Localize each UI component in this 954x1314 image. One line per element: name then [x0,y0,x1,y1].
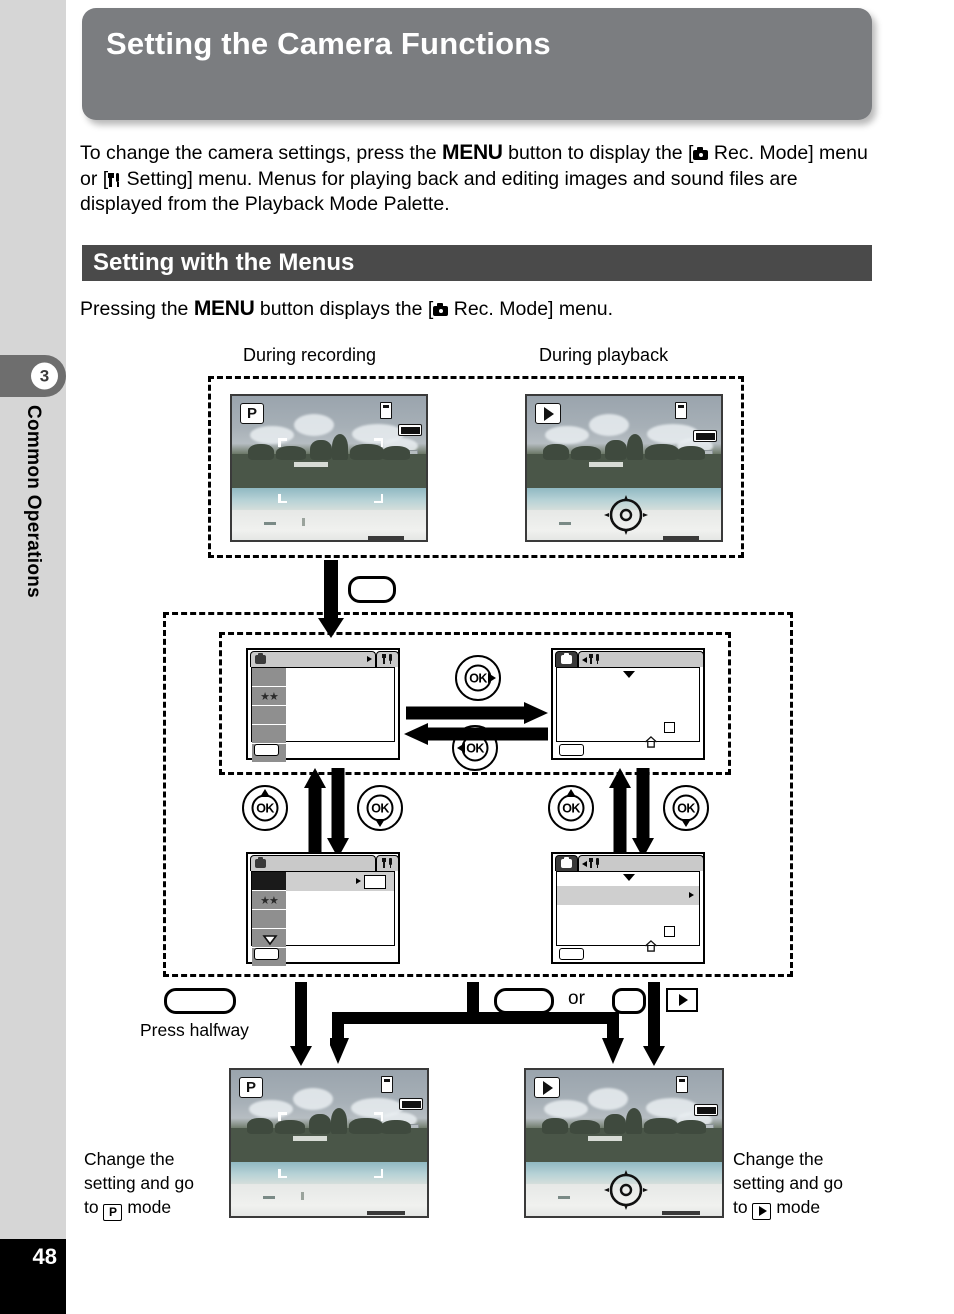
battery-icon [399,1098,423,1110]
arrow-down-right [632,768,654,858]
focus-bracket-icon [278,1112,287,1121]
menu-screen-setting-bottom [551,852,705,964]
lcd-mode-badge-p: P [239,1077,263,1098]
focus-bracket-icon [278,438,287,447]
tab-setting[interactable] [578,651,704,667]
menu-highlight-row [557,886,699,905]
inline-mode-badge-playback [752,1202,772,1220]
label-during-playback: During playback [539,345,669,365]
square-mark-icon [664,722,675,733]
home-icon [645,940,657,952]
chevron-right-icon [367,656,372,662]
arrow-down-icon [375,819,385,827]
tab-setting[interactable] [376,855,399,871]
focus-bracket-icon [374,1169,383,1178]
shutter-button[interactable] [164,988,236,1014]
battery-icon [693,430,717,442]
arrow-down-left [327,768,349,858]
arrow-up-right [609,768,631,858]
ok-button-right[interactable]: OK [455,655,501,701]
caption-right-line1: Change the [733,1149,824,1169]
stars-cell: ★★ [252,687,286,706]
ok-label: OK [251,794,279,822]
tab-camera[interactable] [555,855,578,871]
square-mark-icon [664,926,675,937]
chevron-right-icon [356,878,361,884]
chevron-left-icon [582,861,587,867]
arrow-down-to-play-lcd [643,982,665,1066]
arrow-elbow-menu-to-play [473,1012,624,1064]
tab-camera[interactable] [250,651,376,667]
memory-card-icon [675,402,687,419]
caption-right-line2: setting and go [733,1173,843,1193]
arrow-up-icon [260,789,270,797]
arrow-down-to-rec-lcd-a [290,982,312,1066]
ok-label: OK [557,794,585,822]
arrow-left-setting-to-rec [404,723,548,745]
ok-button-down-left[interactable]: OK [357,785,403,831]
stars-cell: ★★ [252,891,286,910]
caption-left-line3-post: mode [122,1197,172,1217]
battery-icon [694,1104,718,1116]
chevron-down-icon [623,671,635,678]
lcd-mode-badge-playback [535,403,561,424]
arrow-up-icon [566,789,576,797]
caption-left-line1: Change the [84,1149,175,1169]
arrow-down-icon [681,819,691,827]
caption-right: Change the setting and go to mode [733,1147,883,1220]
focus-bracket-icon [374,438,383,447]
lcd-mode-badge-p: P [240,403,264,424]
tab-camera[interactable] [250,855,376,871]
tab-setting[interactable] [376,651,399,667]
home-icon [645,736,657,748]
ok-label: OK [366,794,394,822]
focus-bracket-icon [374,494,383,503]
lcd-mode-badge-playback [534,1077,560,1098]
label-during-recording: During recording [243,345,377,365]
lcd-screen-playback-bottom [524,1068,724,1218]
scroll-down-icon [262,935,278,946]
caption-right-line3-pre: to [733,1197,753,1217]
lcd-screen-playback-top [525,394,723,542]
focus-bracket-icon [278,494,287,503]
chevron-down-icon [623,874,635,881]
caption-left-line3-pre: to [84,1197,104,1217]
chevron-left-icon [582,657,587,663]
tab-camera[interactable] [555,651,578,667]
menu-screen-rec-bottom: ★★ [246,852,400,967]
ok-button-up-left[interactable]: OK [242,785,288,831]
chevron-right-icon [689,892,694,898]
menu-footer-button[interactable] [254,744,279,756]
caption-left-line2: setting and go [84,1173,194,1193]
flow-diagram: During recording During playback P ★★ OK… [0,0,954,1314]
menu-screen-rec-top: ★★ [246,648,400,763]
menu-screen-setting-top [551,648,705,760]
ok-button-down-right[interactable]: OK [663,785,709,831]
focus-bracket-icon [374,1112,383,1121]
press-halfway-label: Press halfway [140,1020,249,1040]
caption-left: Change the setting and go to P mode [84,1147,224,1221]
memory-card-icon [381,1076,393,1093]
menu-button[interactable] [348,576,396,603]
four-way-pad-icon [604,495,648,535]
arrow-right-icon [488,673,496,683]
lcd-screen-recording-top: P [230,394,428,542]
arrow-right-rec-to-setting [406,702,548,724]
ok-button-up-right[interactable]: OK [548,785,594,831]
menu-footer-button[interactable] [559,744,584,756]
memory-card-icon [380,402,392,419]
battery-icon [398,424,422,436]
menu-value-box[interactable] [364,874,386,889]
menu-footer-button[interactable] [254,948,279,960]
memory-card-icon [676,1076,688,1093]
menu-footer-button[interactable] [559,948,584,960]
four-way-pad-icon [604,1170,648,1210]
focus-bracket-icon [278,1169,287,1178]
ok-label: OK [672,794,700,822]
caption-right-line3-post: mode [771,1197,821,1217]
tab-setting[interactable] [578,855,704,871]
inline-mode-badge-p: P [103,1203,123,1221]
lcd-screen-recording-bottom: P [229,1068,429,1218]
arrow-up-left [304,768,326,858]
